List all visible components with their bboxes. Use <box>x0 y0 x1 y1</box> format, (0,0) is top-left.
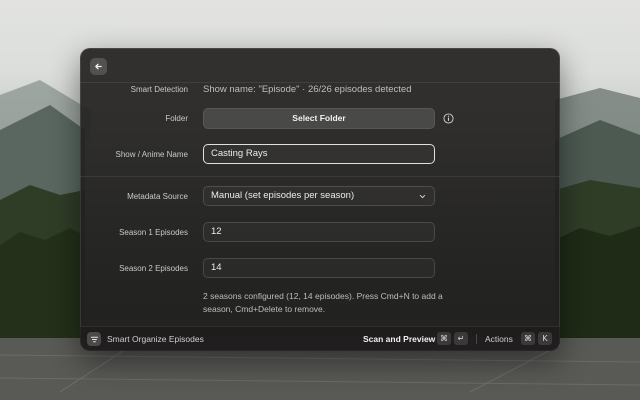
cmd-key-badge: ⌘ <box>437 332 451 345</box>
scan-and-preview-action[interactable]: Scan and Preview <box>363 327 435 351</box>
section-divider <box>80 176 560 177</box>
season-2-row: Season 2 Episodes 14 <box>80 258 560 280</box>
season-2-episodes-input[interactable]: 14 <box>203 258 435 278</box>
k-key-badge: K <box>538 332 552 345</box>
info-icon[interactable] <box>443 113 454 124</box>
chevron-down-icon <box>419 194 426 199</box>
smart-detection-label: Smart Detection <box>130 85 188 94</box>
actions-menu-button[interactable]: Actions <box>485 327 513 351</box>
season-1-episodes-input[interactable]: 12 <box>203 222 435 242</box>
select-folder-button[interactable]: Select Folder <box>203 108 435 129</box>
smart-detection-row: Smart Detection Show name: "Episode" · 2… <box>80 79 560 101</box>
metadata-source-row: Metadata Source Manual (set episodes per… <box>80 186 560 208</box>
metadata-source-selected: Manual (set episodes per season) <box>211 190 355 201</box>
folder-label: Folder <box>165 114 188 123</box>
filter-lines-icon <box>90 336 98 342</box>
return-key-badge: ↵ <box>454 332 468 345</box>
season-2-label: Season 2 Episodes <box>119 264 188 273</box>
organize-episodes-window: Smart Detection Show name: "Episode" · 2… <box>80 48 560 351</box>
app-icon <box>87 332 101 346</box>
metadata-source-label: Metadata Source <box>127 192 188 201</box>
back-button[interactable] <box>90 58 107 75</box>
action-bar: Smart Organize Episodes Scan and Preview… <box>80 326 560 351</box>
smart-detection-value: Show name: "Episode" · 26/26 episodes de… <box>203 84 412 95</box>
footer-separator <box>476 334 477 344</box>
command-title: Smart Organize Episodes <box>107 334 204 344</box>
season-1-row: Season 1 Episodes 12 <box>80 222 560 244</box>
show-name-label: Show / Anime Name <box>115 150 188 159</box>
show-name-row: Show / Anime Name Casting Rays <box>80 144 560 166</box>
season-1-label: Season 1 Episodes <box>119 228 188 237</box>
seasons-help-text: 2 seasons configured (12, 14 episodes). … <box>203 291 443 314</box>
show-name-input[interactable]: Casting Rays <box>203 144 435 164</box>
folder-row: Folder Select Folder <box>80 108 560 130</box>
window-toolbar <box>80 48 560 83</box>
cmd-key-badge: ⌘ <box>521 332 535 345</box>
arrow-left-icon <box>95 63 102 70</box>
metadata-source-dropdown[interactable]: Manual (set episodes per season) <box>203 186 435 206</box>
